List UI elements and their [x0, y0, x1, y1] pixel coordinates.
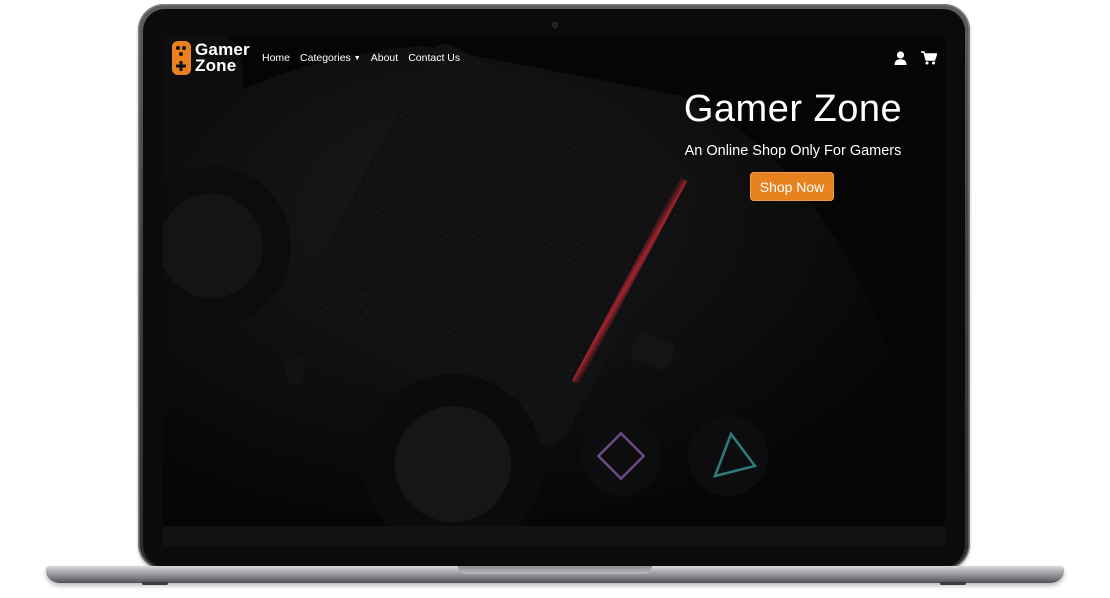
webcam — [552, 22, 558, 28]
cart-icon[interactable] — [921, 51, 937, 65]
screen-bottom-strip — [163, 526, 945, 546]
chevron-down-icon: ▼ — [353, 54, 361, 62]
user-icon[interactable] — [894, 51, 907, 65]
navbar: Gamer Zone Home Categories ▼ About Contac… — [163, 36, 945, 82]
brand-name: Gamer Zone — [195, 41, 250, 75]
nav-link-about[interactable]: About — [371, 52, 398, 64]
nav-icons — [894, 51, 937, 65]
laptop-foot-left — [142, 582, 168, 585]
nav-link-categories[interactable]: Categories ▼ — [300, 52, 361, 64]
nav-links: Home Categories ▼ About Contact Us — [262, 52, 460, 64]
laptop-hinge-notch — [458, 566, 652, 574]
brand-logo[interactable]: Gamer Zone — [171, 40, 250, 76]
hero-title: Gamer Zone — [683, 88, 903, 130]
hero-subtitle: An Online Shop Only For Gamers — [684, 143, 902, 159]
shop-now-button[interactable]: Shop Now — [750, 172, 834, 201]
nav-link-contact[interactable]: Contact Us — [408, 52, 460, 64]
brand-line-2: Zone — [195, 56, 237, 75]
gamepad-icon — [172, 41, 191, 75]
nav-link-categories-label: Categories — [300, 52, 351, 64]
website-screen: Gamer Zone Home Categories ▼ About Contac… — [163, 36, 945, 526]
laptop-foot-right — [940, 582, 966, 585]
nav-link-home[interactable]: Home — [262, 52, 290, 64]
